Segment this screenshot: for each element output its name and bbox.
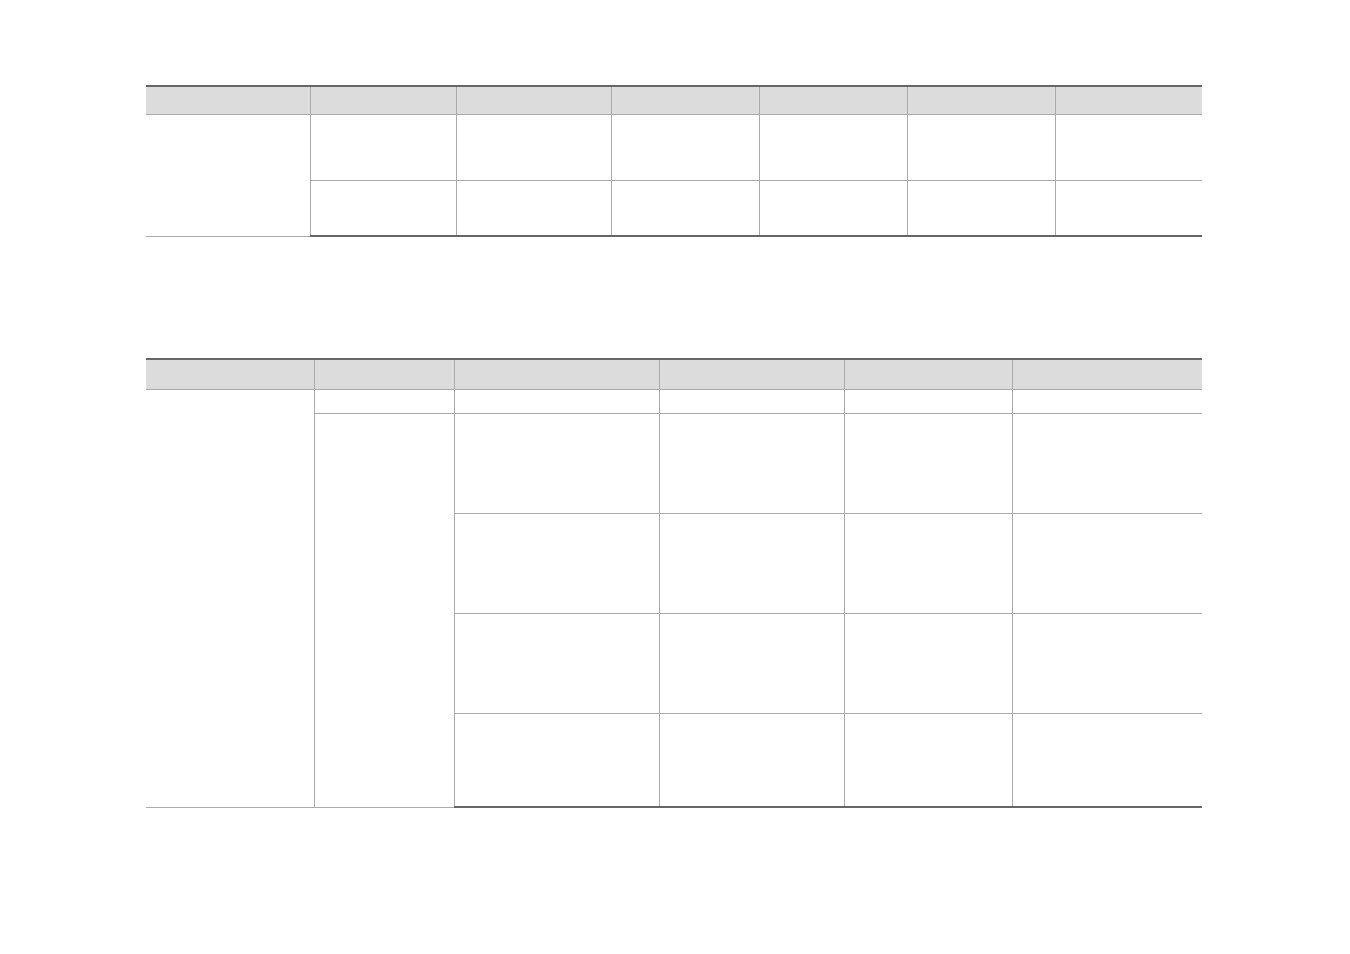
table-2-cell xyxy=(659,713,844,807)
table-1-cell xyxy=(611,114,759,180)
table-1-header-cell xyxy=(310,86,456,114)
table-1-cell xyxy=(310,114,456,180)
page-canvas xyxy=(0,0,1350,954)
table-2-cell xyxy=(1012,613,1202,713)
table-1-cell xyxy=(907,114,1055,180)
table-2-cell xyxy=(1012,413,1202,513)
table-2-header-cell xyxy=(844,359,1012,389)
table-1-header-cell xyxy=(456,86,611,114)
table-2-header-cell xyxy=(659,359,844,389)
table-2-cell xyxy=(844,389,1012,413)
table-1-cell xyxy=(1055,114,1202,180)
table-2-cell xyxy=(314,413,454,807)
table-1-cell xyxy=(310,180,456,236)
table-2-cell xyxy=(454,413,659,513)
table-1-header-row xyxy=(146,86,1202,114)
table-2-cell xyxy=(454,513,659,613)
table-2-cell xyxy=(659,613,844,713)
table-1-row xyxy=(146,114,1202,180)
table-1-cell xyxy=(456,114,611,180)
table-2-cell xyxy=(659,413,844,513)
table-1-header-cell xyxy=(611,86,759,114)
table-1-header-cell xyxy=(907,86,1055,114)
table-1-header-cell xyxy=(759,86,907,114)
table-2-cell xyxy=(454,613,659,713)
table-2-cell xyxy=(659,389,844,413)
table-1-cell xyxy=(907,180,1055,236)
table-2-cell xyxy=(844,413,1012,513)
table-1-cell xyxy=(759,114,907,180)
table-2-cell xyxy=(1012,389,1202,413)
table-2-header-cell xyxy=(314,359,454,389)
table-1-cell xyxy=(759,180,907,236)
table-2-header-cell xyxy=(454,359,659,389)
table-2-cell xyxy=(314,389,454,413)
table-2-cell xyxy=(1012,513,1202,613)
table-2-cell xyxy=(659,513,844,613)
table-1-cell xyxy=(146,114,310,236)
table-2-header-cell xyxy=(146,359,314,389)
table-2-cell xyxy=(844,713,1012,807)
table-1-header-cell xyxy=(146,86,310,114)
table-2-cell xyxy=(454,389,659,413)
table-1-cell xyxy=(611,180,759,236)
table-2-cell xyxy=(454,713,659,807)
table-1-cell xyxy=(456,180,611,236)
table-2-header-cell xyxy=(1012,359,1202,389)
table-2-row xyxy=(146,389,1202,413)
table-2-cell xyxy=(146,389,314,807)
table-2-cell xyxy=(844,513,1012,613)
table-2-cell xyxy=(844,613,1012,713)
table-2-header-row xyxy=(146,359,1202,389)
table-2 xyxy=(146,358,1202,808)
table-1 xyxy=(146,85,1202,237)
table-2-cell xyxy=(1012,713,1202,807)
table-1-cell xyxy=(1055,180,1202,236)
table-1-header-cell xyxy=(1055,86,1202,114)
